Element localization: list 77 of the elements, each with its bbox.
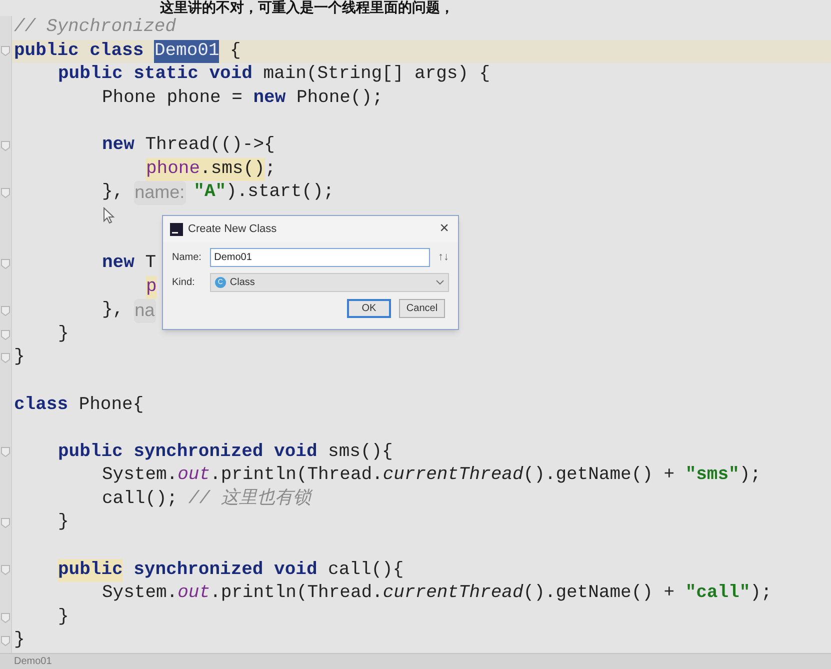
code-text: }: [14, 629, 25, 652]
code-text: Phone();: [296, 86, 383, 110]
code-text: .println(Thread.: [210, 582, 383, 606]
app-icon: [170, 222, 183, 236]
code-text: ;: [264, 158, 276, 181]
code-text: Phone phone =: [102, 86, 244, 110]
code-text: }: [58, 511, 69, 534]
ok-button[interactable]: OK: [347, 299, 391, 318]
code-keyword: public static void: [58, 63, 254, 86]
code-text: sms(){: [328, 440, 393, 464]
code-text: ().getName() +: [523, 464, 676, 488]
fold-icon[interactable]: [1, 518, 10, 528]
code-text: call();: [102, 488, 179, 511]
dialog-title: Create New Class: [188, 222, 278, 237]
chevron-down-icon: [436, 280, 444, 285]
code-text: );: [750, 582, 772, 606]
fold-icon[interactable]: [1, 188, 10, 198]
code-keyword: new: [102, 252, 136, 275]
code-keyword: class: [14, 394, 70, 416]
code-method: currentThread: [382, 464, 524, 488]
code-text: }: [14, 346, 25, 370]
code-field: phone: [146, 158, 200, 182]
code-text: System.: [102, 464, 178, 488]
code-field: out: [178, 582, 210, 606]
fold-icon[interactable]: [1, 447, 10, 458]
code-text: ().getName() +: [523, 582, 676, 606]
close-button[interactable]: ×: [438, 221, 451, 237]
code-text: .println(Thread.: [210, 464, 383, 488]
code-keyword: public: [58, 558, 123, 582]
code-comment: // Synchronized: [14, 16, 176, 39]
fold-icon[interactable]: [1, 636, 10, 646]
code-string: "call": [685, 582, 750, 606]
parameter-hint: name:: [134, 181, 186, 205]
code-field: out: [178, 464, 210, 488]
code-text: );: [739, 464, 761, 488]
fold-icon[interactable]: [1, 330, 10, 340]
code-method: currentThread: [382, 582, 524, 606]
code-comment: // 这里也有锁: [188, 488, 311, 511]
code-field: p: [146, 276, 157, 300]
code-text: .sms(): [200, 158, 265, 182]
kind-label: Kind:: [172, 276, 196, 290]
code-text: call(){: [328, 558, 404, 582]
code-keyword: public class: [14, 40, 145, 63]
fold-icon[interactable]: [1, 258, 10, 269]
subtitle: 这里讲的不对，可重入是一个线程里面的问题，: [159, 0, 455, 16]
code-text: main(String[] args) {: [263, 63, 490, 86]
code-text: }: [58, 322, 69, 346]
cancel-button[interactable]: Cancel: [399, 299, 445, 318]
name-label: Name:: [172, 251, 202, 265]
code-text: }: [58, 606, 69, 629]
code-text: System.: [102, 582, 178, 606]
code-text: Thread(()->{: [145, 134, 275, 157]
selected-text: Demo01: [154, 40, 220, 64]
code-keyword: public synchronized void: [58, 440, 318, 464]
code-string: "A": [194, 181, 226, 204]
code-text: ).start();: [226, 181, 334, 204]
sort-icon[interactable]: ↑↓: [438, 249, 449, 266]
code-text: Phone{: [78, 394, 144, 416]
code-text: {: [229, 40, 241, 63]
parameter-hint: na: [134, 299, 156, 323]
fold-icon[interactable]: [1, 353, 10, 364]
code-string: "sms": [685, 464, 740, 488]
fold-icon[interactable]: [1, 565, 10, 576]
code-keyword: new: [102, 134, 136, 157]
code-keyword: synchronized void: [132, 558, 318, 582]
code-text: },: [102, 299, 124, 322]
code-keyword: new: [253, 86, 287, 110]
code-text: T: [145, 252, 156, 275]
name-field[interactable]: Demo01: [210, 248, 430, 267]
status-bar: Demo01: [0, 653, 831, 669]
fold-icon[interactable]: [1, 612, 10, 623]
fold-icon[interactable]: [1, 306, 10, 316]
mouse-pointer-icon: [103, 207, 115, 224]
fold-icon[interactable]: [1, 46, 10, 56]
code-text: },: [102, 181, 124, 204]
fold-icon[interactable]: [1, 140, 10, 151]
kind-value: Class: [230, 276, 256, 290]
